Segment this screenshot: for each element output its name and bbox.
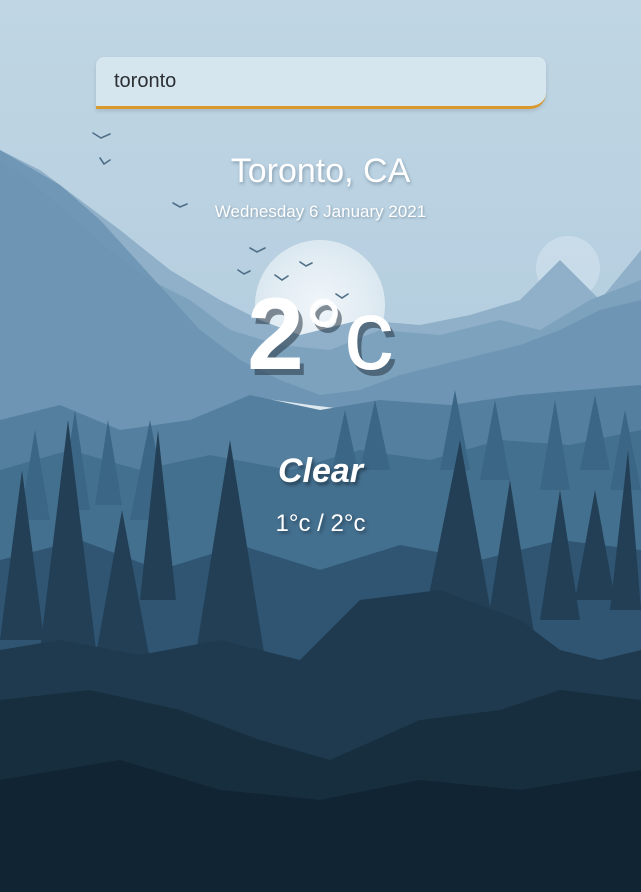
- search-box: [96, 57, 546, 109]
- temperature-unit: °c: [303, 279, 394, 391]
- current-date: Wednesday 6 January 2021: [214, 202, 427, 221]
- search-input[interactable]: [96, 57, 546, 106]
- weather-app: Toronto, CA Wednesday 6 January 2021 2°c…: [0, 0, 641, 892]
- location-name: Toronto, CA: [230, 152, 411, 190]
- current-temperature: 2°c: [0, 283, 641, 385]
- hi-low-temperature: 1°c / 2°c: [275, 510, 366, 537]
- mountain-forest-background: [0, 0, 641, 892]
- weather-condition: Clear: [277, 452, 364, 490]
- temperature-value: 2: [247, 277, 304, 391]
